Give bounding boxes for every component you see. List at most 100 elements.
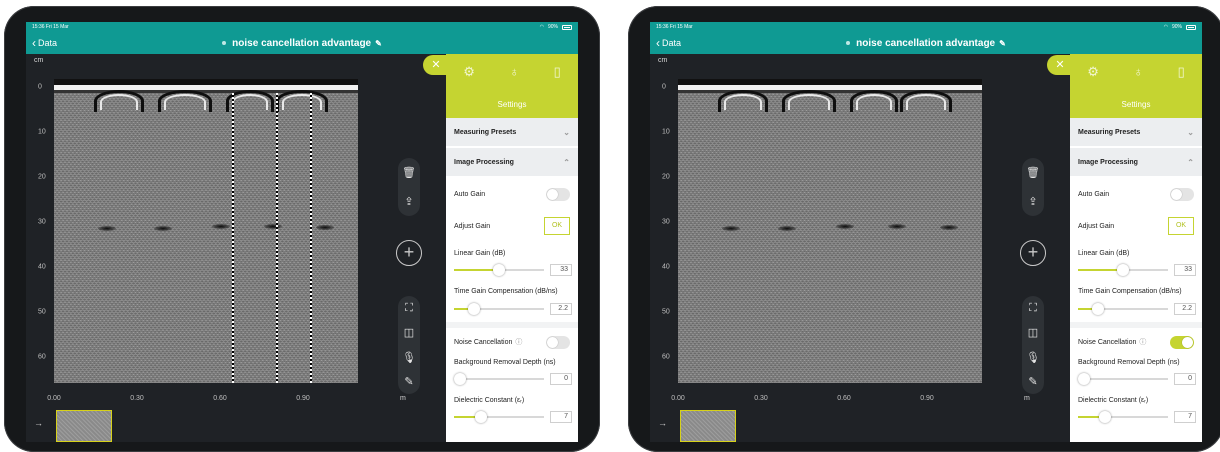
hyperbola (232, 94, 268, 110)
x-tick-label: 0.60 (837, 395, 851, 402)
ok-button[interactable]: OK (1168, 217, 1194, 235)
status-dot (222, 40, 227, 45)
split-view-icon[interactable]: ◫ (404, 326, 414, 339)
noise-line (276, 93, 278, 383)
hyperbola (906, 94, 946, 110)
hyperbola (788, 94, 830, 110)
linear-gain-value[interactable]: 33 (1174, 264, 1196, 276)
trash-icon[interactable]: 🗑 (402, 166, 416, 179)
back-button[interactable]: ‹ Data (656, 37, 681, 49)
radargram-image[interactable] (54, 79, 358, 383)
status-dot (846, 40, 851, 45)
gear-icon[interactable]: ⚙ (1087, 64, 1099, 80)
y-tick-label: 50 (662, 308, 670, 316)
dielectric-constant-slider[interactable] (454, 411, 544, 423)
info-icon[interactable]: ⓘ (1139, 339, 1146, 346)
noise-cancellation-toggle[interactable] (546, 335, 570, 349)
back-label: Data (38, 38, 58, 48)
x-tick-label: 0.60 (213, 395, 227, 402)
back-chevron-icon: ‹ (656, 36, 660, 50)
ok-button[interactable]: OK (544, 217, 570, 235)
navigation-bar: ‹ Data noise cancellation advantage ✎ (26, 32, 578, 54)
status-time: 15:36 Fri 15 Mar (32, 24, 69, 30)
linear-gain-slider[interactable] (1078, 264, 1168, 276)
noise-cancellation-toggle[interactable] (1170, 335, 1194, 349)
add-icon[interactable]: + (1020, 240, 1046, 266)
measuring-presets-section[interactable]: Measuring Presets ⌄ (1070, 118, 1202, 146)
x-axis-unit: m (400, 395, 406, 402)
panel-layout-icon[interactable]: ▯ (554, 64, 561, 80)
x-tick-label: 0.30 (130, 395, 144, 402)
x-axis-unit: m (1024, 395, 1030, 402)
antenna-icon[interactable]: ♁ (509, 64, 519, 80)
panel-layout-icon[interactable]: ▯ (1178, 64, 1185, 80)
divider (446, 322, 578, 328)
settings-panel: ⚙ ♁ ▯ Settings Measuring Presets ⌄ Image … (446, 54, 578, 442)
tools-toolbar: ⛶ ◫ 🎙 ✎ (1022, 296, 1044, 394)
arrow-right-icon: → (658, 418, 667, 428)
background-removal-slider[interactable] (1078, 373, 1168, 385)
tablet-left: 15:36 Fri 15 Mar ◠ 90% ‹ Data noise canc… (4, 6, 600, 452)
linear-gain-value[interactable]: 33 (550, 264, 572, 276)
tgc-value[interactable]: 2.2 (550, 303, 572, 315)
measuring-presets-section[interactable]: Measuring Presets ⌄ (446, 118, 578, 146)
image-processing-section[interactable]: Image Processing ⌃ (446, 148, 578, 176)
hyperbola (856, 94, 892, 110)
info-icon[interactable]: ⓘ (515, 339, 522, 346)
edit-pencil-icon[interactable]: ✎ (375, 39, 382, 48)
adjust-gain-row: Adjust Gain OK (446, 212, 578, 240)
split-view-icon[interactable]: ◫ (1028, 326, 1038, 339)
scan-thumbnail[interactable] (680, 410, 736, 442)
noise-cancellation-label: Noise Cancellation ⓘ (1078, 339, 1147, 346)
reflector (888, 224, 906, 229)
background-removal-value[interactable]: 0 (550, 373, 572, 385)
trash-icon[interactable]: 🗑 (1026, 166, 1040, 179)
settings-tabs: ⚙ ♁ ▯ (446, 64, 578, 80)
dielectric-constant-value[interactable]: 7 (1174, 411, 1196, 423)
mic-icon[interactable]: 🎙 (402, 351, 416, 364)
share-icon[interactable]: ⇪ (1028, 195, 1037, 208)
tools-toolbar: ⛶ ◫ 🎙 ✎ (398, 296, 420, 394)
crop-icon[interactable]: ⛶ (405, 302, 413, 315)
tgc-value[interactable]: 2.2 (1174, 303, 1196, 315)
y-axis-unit: cm (658, 57, 668, 64)
tgc-slider[interactable] (1078, 303, 1168, 315)
tgc-slider[interactable] (454, 303, 544, 315)
battery-percent: 90% (1171, 24, 1182, 30)
crop-icon[interactable]: ⛶ (1029, 302, 1037, 315)
content-area: cm 0 10 20 30 40 50 60 0.00 0.30 0.60 0.90 m (26, 54, 578, 442)
marker-icon[interactable]: ✎ (404, 375, 413, 388)
back-button[interactable]: ‹ Data (32, 37, 57, 49)
edit-pencil-icon[interactable]: ✎ (999, 39, 1006, 48)
auto-gain-toggle[interactable] (1170, 187, 1194, 201)
battery-icon (1186, 24, 1196, 30)
dielectric-constant-slider[interactable] (1078, 411, 1168, 423)
battery-percent: 90% (547, 24, 558, 30)
antenna-icon[interactable]: ♁ (1133, 64, 1143, 80)
gear-icon[interactable]: ⚙ (463, 64, 475, 80)
x-tick-label: 0.00 (47, 395, 61, 402)
page-title: noise cancellation advantage ✎ (26, 38, 578, 49)
dielectric-constant-label: Dielectric Constant (εᵣ) (454, 397, 525, 404)
y-axis-unit: cm (34, 57, 44, 64)
background-removal-value[interactable]: 0 (1174, 373, 1196, 385)
wifi-icon: ◠ (539, 24, 544, 30)
auto-gain-toggle[interactable] (546, 187, 570, 201)
mic-icon[interactable]: 🎙 (1026, 351, 1040, 364)
edit-toolbar: 🗑 ⇪ (398, 158, 420, 216)
radargram-image[interactable] (678, 79, 982, 383)
marker-icon[interactable]: ✎ (1028, 375, 1037, 388)
linear-gain-slider[interactable] (454, 264, 544, 276)
reflector (154, 226, 172, 231)
background-removal-slider[interactable] (454, 373, 544, 385)
y-tick-label: 40 (662, 263, 670, 271)
add-icon[interactable]: + (396, 240, 422, 266)
x-tick-label: 0.30 (754, 395, 768, 402)
reflector (778, 226, 796, 231)
image-processing-section[interactable]: Image Processing ⌃ (1070, 148, 1202, 176)
dielectric-constant-value[interactable]: 7 (550, 411, 572, 423)
share-icon[interactable]: ⇪ (404, 195, 413, 208)
auto-gain-row: Auto Gain (446, 180, 578, 208)
scan-thumbnail[interactable] (56, 410, 112, 442)
background-removal-label: Background Removal Depth (ns) (1078, 359, 1180, 366)
